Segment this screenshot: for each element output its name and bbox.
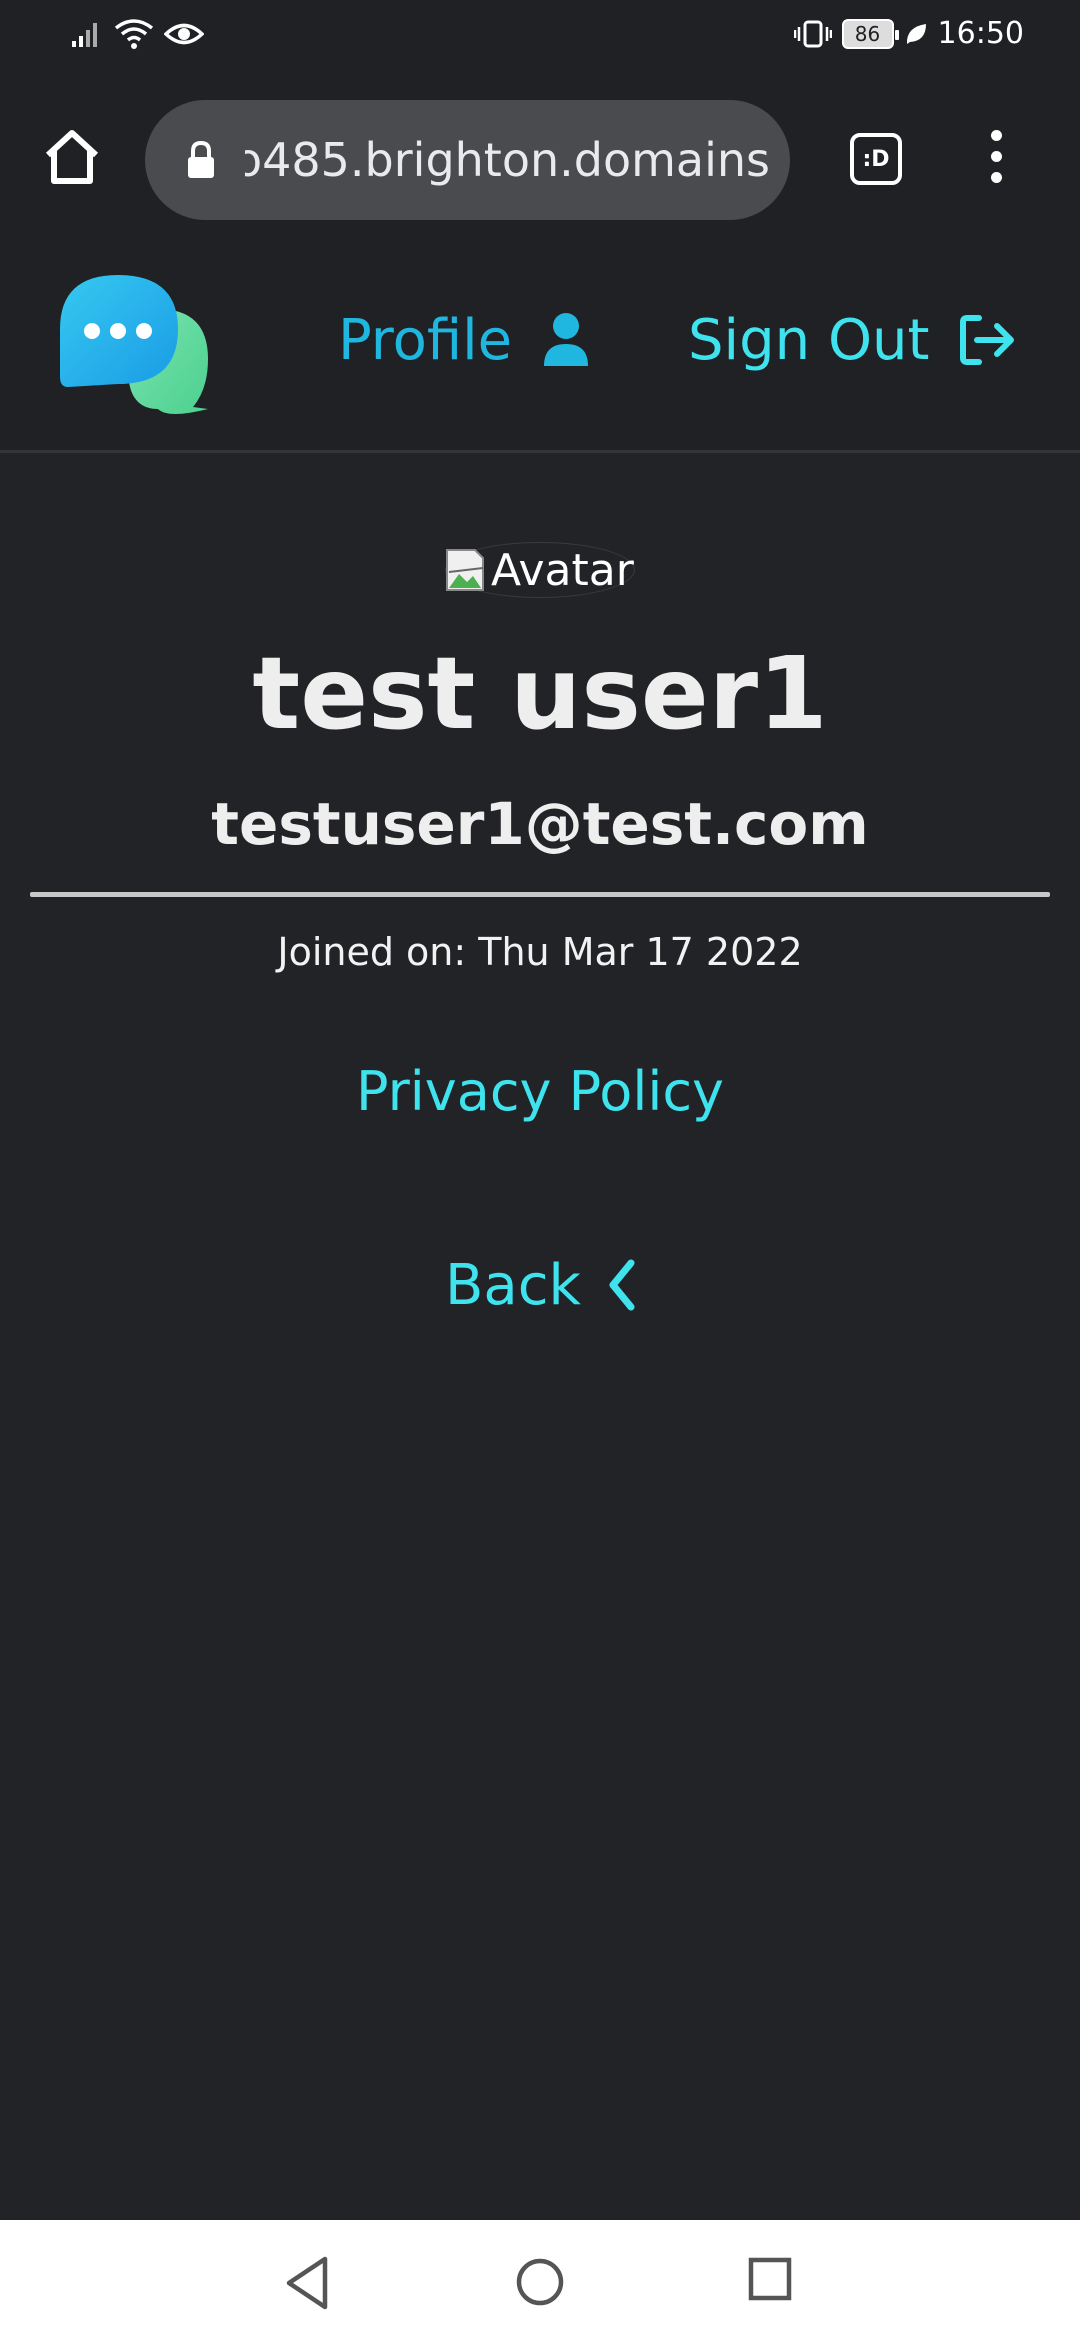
sign-out-link[interactable]: Sign Out bbox=[688, 305, 1017, 375]
back-label: Back bbox=[445, 1252, 581, 1318]
back-button[interactable]: Back bbox=[445, 1250, 637, 1320]
android-nav-bar bbox=[0, 2220, 1080, 2340]
url-text[interactable]: bao485.brighton.domains bbox=[245, 100, 770, 220]
battery-icon: 86 bbox=[841, 18, 899, 49]
status-time: 16:50 bbox=[937, 16, 1024, 51]
privacy-policy-link[interactable]: Privacy Policy bbox=[0, 1060, 1080, 1123]
divider bbox=[30, 892, 1050, 897]
user-icon bbox=[544, 313, 589, 366]
status-left-icons bbox=[70, 18, 204, 50]
status-right-icons: 86 16:50 bbox=[793, 16, 1024, 51]
avatar: Avatar bbox=[445, 542, 635, 598]
nav-home-icon[interactable] bbox=[515, 2257, 565, 2307]
nav-back-icon[interactable] bbox=[283, 2255, 333, 2311]
nav-recent-apps-icon[interactable] bbox=[748, 2257, 792, 2301]
tab-switcher-button[interactable]: :D bbox=[850, 133, 902, 185]
home-icon[interactable] bbox=[40, 125, 104, 189]
vibrate-icon bbox=[793, 20, 832, 47]
leaf-icon bbox=[906, 23, 926, 44]
signal-icon bbox=[72, 23, 97, 47]
chevron-left-icon bbox=[609, 1259, 635, 1311]
menu-icon[interactable] bbox=[978, 130, 1014, 190]
lock-icon bbox=[188, 140, 214, 178]
sign-out-label: Sign Out bbox=[688, 307, 930, 373]
wifi-icon bbox=[114, 19, 154, 49]
chat-logo-icon[interactable] bbox=[58, 269, 214, 419]
user-name: test user1 bbox=[252, 635, 828, 752]
browser-toolbar: bao485.brighton.domains :D bbox=[0, 75, 1080, 245]
status-bar: 86 16:50 bbox=[0, 0, 1080, 75]
profile-page: Avatar test user1 testuser1@test.com Joi… bbox=[0, 450, 1080, 2220]
profile-label: Profile bbox=[338, 307, 513, 373]
eye-icon bbox=[164, 23, 204, 45]
app-header: Profile Sign Out bbox=[0, 245, 1080, 453]
broken-image-icon bbox=[446, 549, 484, 591]
address-bar[interactable]: bao485.brighton.domains bbox=[145, 100, 790, 220]
profile-link[interactable]: Profile bbox=[338, 305, 590, 375]
user-email: testuser1@test.com bbox=[211, 790, 869, 858]
sign-out-icon bbox=[960, 315, 1015, 365]
joined-date: Joined on: Thu Mar 17 2022 bbox=[277, 930, 803, 974]
avatar-alt-text: Avatar bbox=[491, 544, 634, 596]
